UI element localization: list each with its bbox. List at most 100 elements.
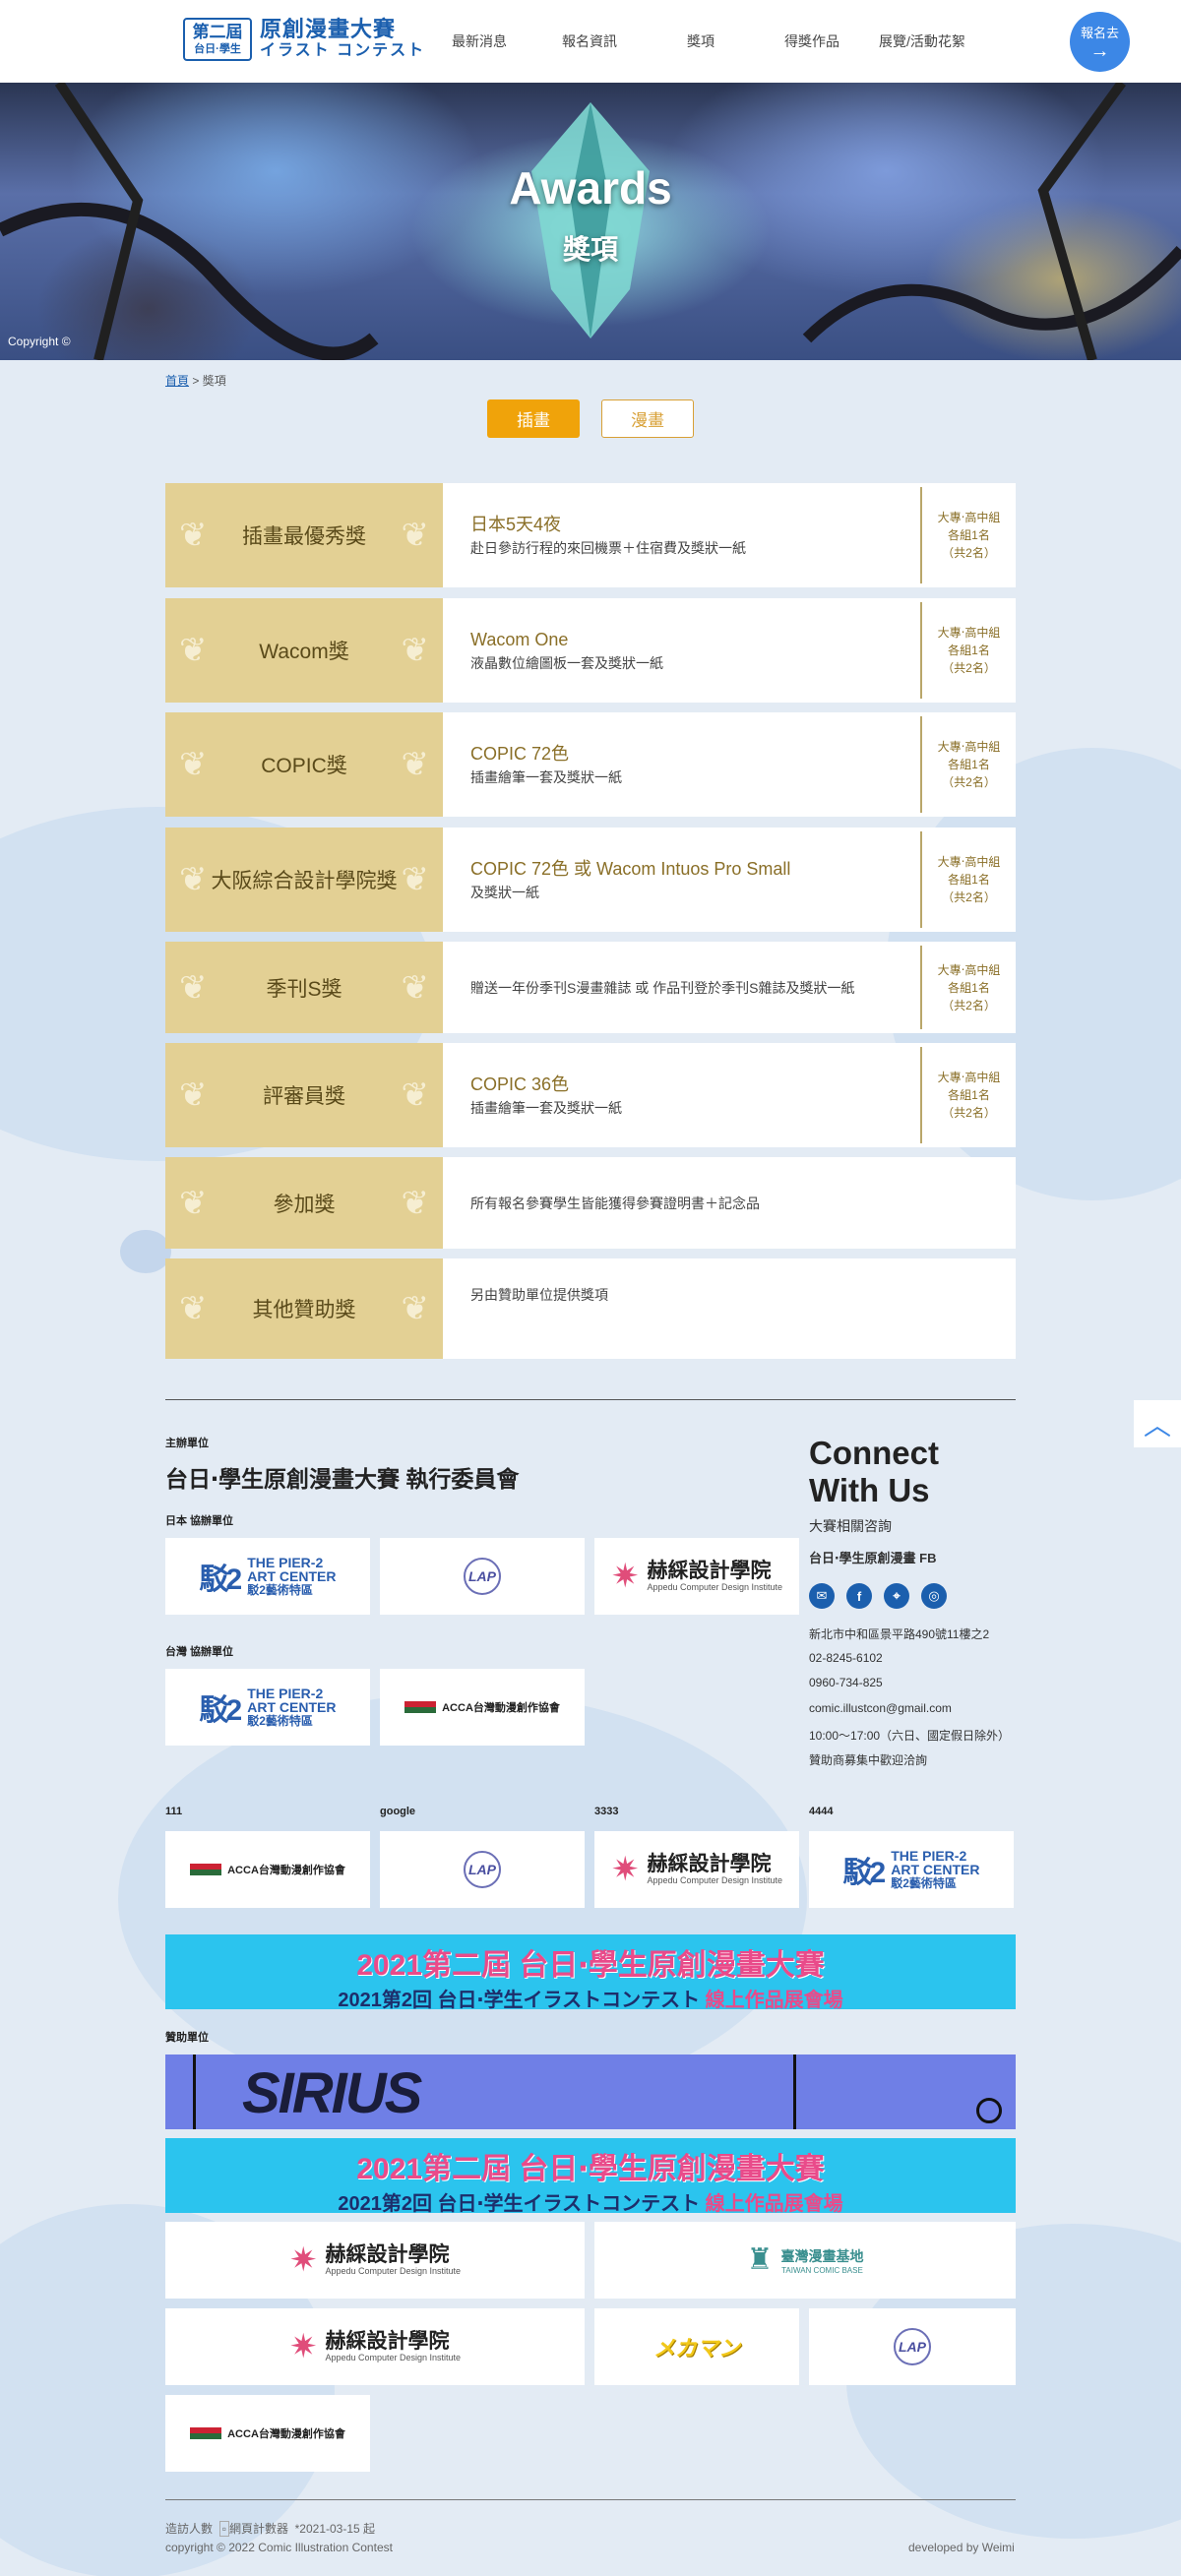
award-name-cell: ❦ 其他贊助獎 ❦ [165, 1258, 443, 1359]
award-prize-cell: COPIC 72色 插畫繪筆一套及獎狀一紙 [470, 744, 622, 785]
acca-logo[interactable]: ACCA台灣動漫創作協會 [165, 2395, 370, 2472]
contact-email[interactable]: comic.illustcon@gmail.com [809, 1701, 952, 1715]
nav-exhibition[interactable]: 展覽/活動花絮 [879, 31, 965, 51]
tab-comic[interactable]: 漫畫 [601, 399, 694, 438]
nav-news[interactable]: 最新消息 [452, 31, 507, 51]
japan-coorganizer-label: 日本 協辦單位 [165, 1515, 234, 1527]
appedu-logo[interactable]: ✷ 赫綵設計學院 Appedu Computer Design Institute [594, 1831, 799, 1908]
instagram-icon[interactable]: ◎ [921, 1583, 947, 1609]
award-name-cell: ❦ 參加獎 ❦ [165, 1157, 443, 1249]
laurel-right-icon: ❦ [401, 968, 430, 1007]
appedu-logo[interactable]: ✷ 赫綵設計學院 Appedu Computer Design Institute [165, 2222, 585, 2299]
award-quantity-cell: 大專‧高中組 各組1名 （共2名） [920, 831, 1016, 928]
taiwan-comic-base-logo[interactable]: ♜ 臺灣漫畫基地 TAIWAN COMIC BASE [594, 2222, 1016, 2299]
hero-banner: Awards 獎項 Copyright © [0, 83, 1181, 360]
lap-logo[interactable]: LAP [809, 2308, 1016, 2385]
acca-flag-icon [404, 1701, 437, 1713]
developer-credit[interactable]: developed by Weimi [908, 2541, 1015, 2554]
email-icon[interactable]: ✉ [809, 1583, 835, 1609]
acca-logo[interactable]: ACCA台灣動漫創作協會 [165, 1831, 370, 1908]
appedu-star-icon: ✷ [610, 1851, 640, 1888]
contact-address: 新北市中和區景平路490號11樓之2 [809, 1627, 990, 1641]
award-quantity-cell: 大專‧高中組 各組1名 （共2名） [920, 946, 1016, 1029]
mekaman-logo[interactable]: メカマン [594, 2308, 799, 2385]
nav-awards[interactable]: 獎項 [687, 31, 715, 51]
taiwan-coorganizer-label: 台灣 協辦單位 [165, 1646, 234, 1658]
signup-button[interactable]: 報名去 → [1070, 12, 1130, 72]
appedu-logo[interactable]: ✷ 赫綵設計學院 Appedu Computer Design Institute [594, 1538, 799, 1615]
award-name-cell: ❦ COPIC獎 ❦ [165, 712, 443, 817]
comic-base-tower-icon: ♜ [746, 2243, 774, 2276]
location-icon[interactable]: ⌖ [884, 1583, 909, 1609]
lap-logo[interactable]: LAP [380, 1831, 585, 1908]
award-row: ❦ Wacom獎 ❦ Wacom One 液晶數位繪圖板一套及獎狀一紙 大專‧高… [165, 598, 1016, 703]
acca-flag-icon [190, 2427, 222, 2439]
sponsor-note: 贊助商募集中歡迎洽詢 [809, 1753, 928, 1767]
lap-logo[interactable]: LAP [380, 1538, 585, 1615]
laurel-left-icon: ❦ [179, 1290, 208, 1327]
pier2-logo[interactable]: 駁2 THE PIER-2 ART CENTER 駁2藝術特區 [809, 1831, 1014, 1908]
footer-divider [165, 2499, 1016, 2500]
online-exhibition-banner[interactable]: 2021第二屆 台日‧學生原創漫畫大賽 2021第2回 台日‧学生イラストコンテ… [165, 2138, 1016, 2215]
arrow-right-icon: → [1089, 40, 1110, 62]
award-quantity-cell: 大專‧高中組 各組1名 （共2名） [920, 716, 1016, 813]
award-name-cell: ❦ 插畫最優秀獎 ❦ [165, 483, 443, 587]
laurel-left-icon: ❦ [179, 861, 208, 898]
nav-winners[interactable]: 得獎作品 [784, 31, 839, 51]
contact-mobile[interactable]: 0960-734-825 [809, 1676, 883, 1689]
contact-phone[interactable]: 02-8245-6102 [809, 1651, 883, 1665]
back-to-top-button[interactable]: ︿ [1134, 1400, 1181, 1447]
group-label: 111 [165, 1806, 183, 1817]
award-prize-cell: COPIC 36色 插畫繪筆一套及獎狀一紙 [470, 1074, 622, 1116]
laurel-left-icon: ❦ [179, 746, 208, 783]
chevron-up-icon: ︿ [1143, 1410, 1171, 1441]
sponsor-label: 贊助單位 [165, 2032, 209, 2044]
laurel-left-icon: ❦ [179, 1076, 208, 1114]
facebook-icon[interactable]: f [846, 1583, 872, 1609]
host-label: 主辦單位 [165, 1438, 209, 1449]
award-name-cell: ❦ Wacom獎 ❦ [165, 598, 443, 703]
laurel-right-icon: ❦ [401, 1184, 430, 1222]
laurel-right-icon: ❦ [401, 517, 430, 554]
site-logo[interactable]: 第二屆 台日·學生 原創漫畫大賽 イラスト コンテスト [183, 18, 425, 61]
nav-registration[interactable]: 報名資訊 [562, 31, 617, 51]
award-row: ❦ 大阪綜合設計學院獎 ❦ COPIC 72色 或 Wacom Intuos P… [165, 828, 1016, 932]
laurel-left-icon: ❦ [179, 632, 208, 669]
visitor-counter: 造訪人數 ▫ 網頁計數器 *2021-03-15 起 [165, 2521, 376, 2537]
section-divider [165, 1399, 1016, 1400]
award-prize-cell: 贈送一年份季刊S漫畫雜誌 或 作品刊登於季刊S雜誌及獎狀一紙 [470, 979, 855, 996]
award-prize-cell: 日本5天4夜 赴日參訪行程的來回機票＋住宿費及獎狀一紙 [470, 515, 746, 556]
laurel-right-icon: ❦ [401, 746, 430, 783]
breadcrumb-home-link[interactable]: 首頁 [165, 374, 189, 388]
tab-illustration[interactable]: 插畫 [487, 399, 580, 438]
award-row: ❦ 評審員獎 ❦ COPIC 36色 插畫繪筆一套及獎狀一紙 大專‧高中組 各組1… [165, 1043, 1016, 1147]
pier2-mark-icon: 駁2 [199, 1564, 243, 1596]
laurel-right-icon: ❦ [401, 632, 430, 669]
sirius-banner[interactable]: SIRIUS [165, 2055, 1016, 2129]
pier2-logo[interactable]: 駁2 THE PIER-2 ART CENTER 駁2藝術特區 [165, 1669, 370, 1746]
page-subtitle: 獎項 [562, 234, 618, 265]
pier2-mark-icon: 駁2 [199, 1694, 243, 1727]
contact-subtitle: 大賽相關咨詢 [809, 1518, 892, 1534]
pier2-logo[interactable]: 駁2 THE PIER-2 ART CENTER 駁2藝術特區 [165, 1538, 370, 1615]
appedu-star-icon: ✷ [610, 1558, 640, 1595]
logo-text: 原創漫畫大賽 イラスト コンテスト [260, 17, 426, 60]
target-icon [976, 2098, 1002, 2123]
connect-heading: Connect With Us [809, 1435, 939, 1508]
award-name-cell: ❦ 大阪綜合設計學院獎 ❦ [165, 828, 443, 932]
footer-copyright: copyright © 2022 Comic Illustration Cont… [165, 2541, 393, 2554]
online-exhibition-banner[interactable]: 2021第二屆 台日‧學生原創漫畫大賽 2021第2回 台日‧学生イラストコンテ… [165, 1934, 1016, 2011]
image-credit: Copyright © [8, 335, 71, 348]
breadcrumb-current: 獎項 [202, 374, 226, 388]
award-name-cell: ❦ 評審員獎 ❦ [165, 1043, 443, 1147]
facebook-page-link[interactable]: 台日‧學生原創漫畫 FB [809, 1548, 936, 1566]
laurel-right-icon: ❦ [401, 1076, 430, 1114]
appedu-logo[interactable]: ✷ 赫綵設計學院 Appedu Computer Design Institute [165, 2308, 585, 2385]
award-quantity-cell: 大專‧高中組 各組1名 （共2名） [920, 487, 1016, 583]
award-prize-cell: Wacom One 液晶數位繪圖板一套及獎狀一紙 [470, 630, 663, 671]
page-title: Awards [509, 162, 672, 214]
group-label: google [380, 1806, 416, 1817]
acca-logo[interactable]: ACCA台灣動漫創作協會 [380, 1669, 585, 1746]
banner-artwork [0, 83, 1181, 360]
laurel-right-icon: ❦ [401, 1290, 430, 1327]
